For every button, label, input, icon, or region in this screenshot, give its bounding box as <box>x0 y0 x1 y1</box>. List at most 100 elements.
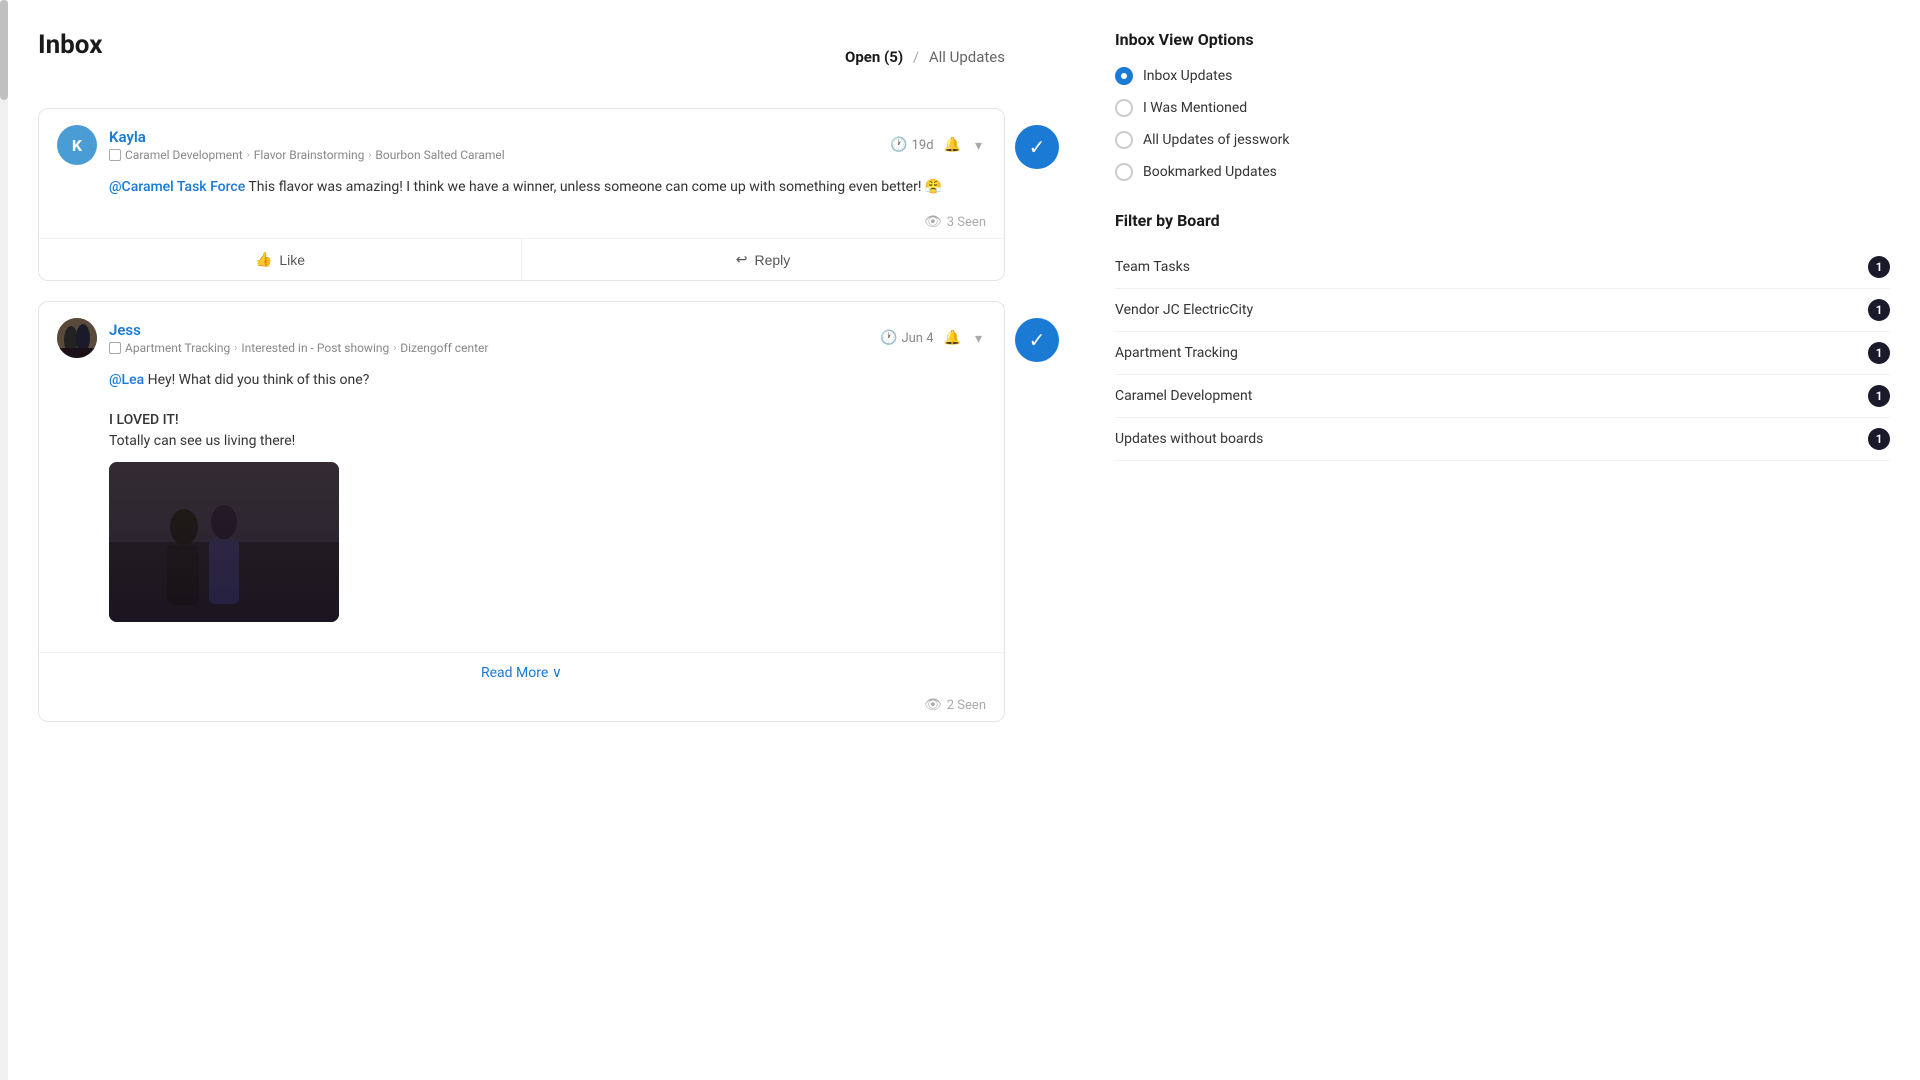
card-kayla-header: K Kayla Caramel Development › Flavor Bra… <box>39 109 1004 173</box>
time-label: 19d <box>912 138 934 153</box>
breadcrumb-jess-arrow1: › <box>234 343 237 354</box>
board-badge-team-tasks: 1 <box>1868 256 1890 278</box>
right-sidebar: Inbox View Options Inbox Updates I Was M… <box>1085 0 1920 1080</box>
like-label: Like <box>279 252 305 268</box>
main-content: Inbox Open (5) / All Updates K Kayla Car… <box>8 0 1085 1080</box>
author-kayla[interactable]: Kayla <box>109 128 878 146</box>
radio-i-was-mentioned[interactable]: I Was Mentioned <box>1115 99 1890 117</box>
radio-circle-bookmarked <box>1115 163 1133 181</box>
scrollbar[interactable] <box>0 0 8 1080</box>
breadcrumb-jess-board: Apartment Tracking <box>125 341 230 355</box>
board-item-no-boards[interactable]: Updates without boards 1 <box>1115 418 1890 461</box>
board-icon <box>109 149 121 161</box>
breadcrumb-jess-sub2: Dizengoff center <box>400 341 488 355</box>
card-jess-info: Jess Apartment Tracking › Interested in … <box>109 321 868 355</box>
breadcrumb-jess-arrow2: › <box>393 343 396 354</box>
avatar-jess-inner <box>57 318 97 358</box>
reply-button-kayla[interactable]: ↩ Reply <box>522 239 1004 280</box>
avatar-kayla: K <box>57 125 97 165</box>
card-jess: Jess Apartment Tracking › Interested in … <box>38 301 1005 722</box>
read-more-jess[interactable]: Read More ∨ <box>39 652 1004 693</box>
main-wrapper: Inbox Open (5) / All Updates K Kayla Car… <box>0 0 1085 1080</box>
bell-icon-kayla[interactable]: 🔔 <box>944 137 961 153</box>
scrollbar-thumb[interactable] <box>0 0 8 100</box>
seen-count-jess: 2 Seen <box>947 698 986 713</box>
jess-text-line1: Hey! What did you think of this one? <box>144 372 369 388</box>
board-badge-vendor: 1 <box>1868 299 1890 321</box>
card-jess-text4: Totally can see us living there! <box>109 431 986 452</box>
breadcrumb-board: Caramel Development <box>125 148 243 162</box>
like-button-kayla[interactable]: 👍 Like <box>39 239 522 280</box>
card-jess-seen: 👁 2 Seen <box>39 693 1004 721</box>
dropdown-jess[interactable]: ▾ <box>971 328 986 349</box>
breadcrumb-sub2: Bourbon Salted Caramel <box>375 148 504 162</box>
board-name-team-tasks: Team Tasks <box>1115 259 1190 275</box>
view-options-title: Inbox View Options <box>1115 30 1890 49</box>
seen-count-kayla: 3 Seen <box>947 215 986 230</box>
clock-icon-jess: 🕐 <box>880 330 897 346</box>
header-row: Inbox Open (5) / All Updates <box>38 30 1005 84</box>
board-item-caramel[interactable]: Caramel Development 1 <box>1115 375 1890 418</box>
filter-separator: / <box>913 48 919 66</box>
board-name-vendor: Vendor JC ElectricCity <box>1115 302 1253 318</box>
like-icon: 👍 <box>255 251 272 268</box>
radio-label-mentioned: I Was Mentioned <box>1143 100 1247 116</box>
radio-label-inbox: Inbox Updates <box>1143 68 1232 84</box>
mention-kayla[interactable]: @Caramel Task Force <box>109 179 245 195</box>
board-item-team-tasks[interactable]: Team Tasks 1 <box>1115 246 1890 289</box>
breadcrumb-kayla: Caramel Development › Flavor Brainstormi… <box>109 148 878 162</box>
card-kayla-time: 🕐 19d <box>890 137 933 153</box>
radio-label-all: All Updates of jesswork <box>1143 132 1289 148</box>
card-kayla-info: Kayla Caramel Development › Flavor Brain… <box>109 128 878 162</box>
board-badge-no-boards: 1 <box>1868 428 1890 450</box>
check-circle-jess[interactable]: ✓ <box>1015 318 1059 362</box>
board-name-no-boards: Updates without boards <box>1115 431 1263 447</box>
board-badge-apartment: 1 <box>1868 342 1890 364</box>
filter-board-title: Filter by Board <box>1115 211 1890 230</box>
radio-all-updates[interactable]: All Updates of jesswork <box>1115 131 1890 149</box>
read-more-label: Read More ∨ <box>481 665 562 681</box>
card-jess-text1: @Lea Hey! What did you think of this one… <box>109 370 986 391</box>
card-jess-text3: I LOVED IT! <box>109 410 986 431</box>
filter-by-board: Filter by Board Team Tasks 1 Vendor JC E… <box>1115 211 1890 461</box>
reply-label: Reply <box>754 252 790 268</box>
mention-jess[interactable]: @Lea <box>109 372 144 388</box>
board-icon-jess <box>109 342 121 354</box>
board-item-apartment[interactable]: Apartment Tracking 1 <box>1115 332 1890 375</box>
card-kayla-text: @Caramel Task Force This flavor was amaz… <box>109 177 986 198</box>
dropdown-kayla[interactable]: ▾ <box>971 135 986 156</box>
card-kayla-meta: 🕐 19d 🔔 ▾ <box>890 135 986 156</box>
view-options: Inbox View Options Inbox Updates I Was M… <box>1115 30 1890 181</box>
radio-circle-mentioned <box>1115 99 1133 117</box>
radio-label-bookmarked: Bookmarked Updates <box>1143 164 1277 180</box>
card-image-jess <box>109 462 339 622</box>
card-kayla-actions: 👍 Like ↩ Reply <box>39 238 1004 280</box>
page-title: Inbox <box>38 30 102 60</box>
all-updates-label: All Updates <box>929 48 1005 66</box>
breadcrumb-jess: Apartment Tracking › Interested in - Pos… <box>109 341 868 355</box>
board-badge-caramel: 1 <box>1868 385 1890 407</box>
card-jess-time: 🕐 Jun 4 <box>880 330 934 346</box>
eye-icon-jess: 👁 <box>924 697 942 713</box>
board-name-apartment: Apartment Tracking <box>1115 345 1238 361</box>
clock-icon: 🕐 <box>890 137 907 153</box>
card-jess-body: @Lea Hey! What did you think of this one… <box>39 366 1004 644</box>
bell-icon-jess[interactable]: 🔔 <box>944 330 961 346</box>
card-jess-header: Jess Apartment Tracking › Interested in … <box>39 302 1004 366</box>
time-label-jess: Jun 4 <box>901 331 933 346</box>
card-jess-meta: 🕐 Jun 4 🔔 ▾ <box>880 328 986 349</box>
check-circle-kayla[interactable]: ✓ <box>1015 125 1059 169</box>
eye-icon-kayla: 👁 <box>924 214 942 230</box>
board-item-vendor[interactable]: Vendor JC ElectricCity 1 <box>1115 289 1890 332</box>
breadcrumb-arrow2: › <box>368 150 371 161</box>
author-jess[interactable]: Jess <box>109 321 868 339</box>
breadcrumb-sub1: Flavor Brainstorming <box>254 148 365 162</box>
radio-inbox-updates[interactable]: Inbox Updates <box>1115 67 1890 85</box>
open-label: Open (5) <box>845 48 903 66</box>
avatar-jess <box>57 318 97 358</box>
radio-bookmarked[interactable]: Bookmarked Updates <box>1115 163 1890 181</box>
breadcrumb-jess-sub1: Interested in - Post showing <box>241 341 389 355</box>
filter-bar: Open (5) / All Updates <box>845 48 1005 66</box>
reply-icon: ↩ <box>736 251 748 268</box>
card-kayla: K Kayla Caramel Development › Flavor Bra… <box>38 108 1005 281</box>
